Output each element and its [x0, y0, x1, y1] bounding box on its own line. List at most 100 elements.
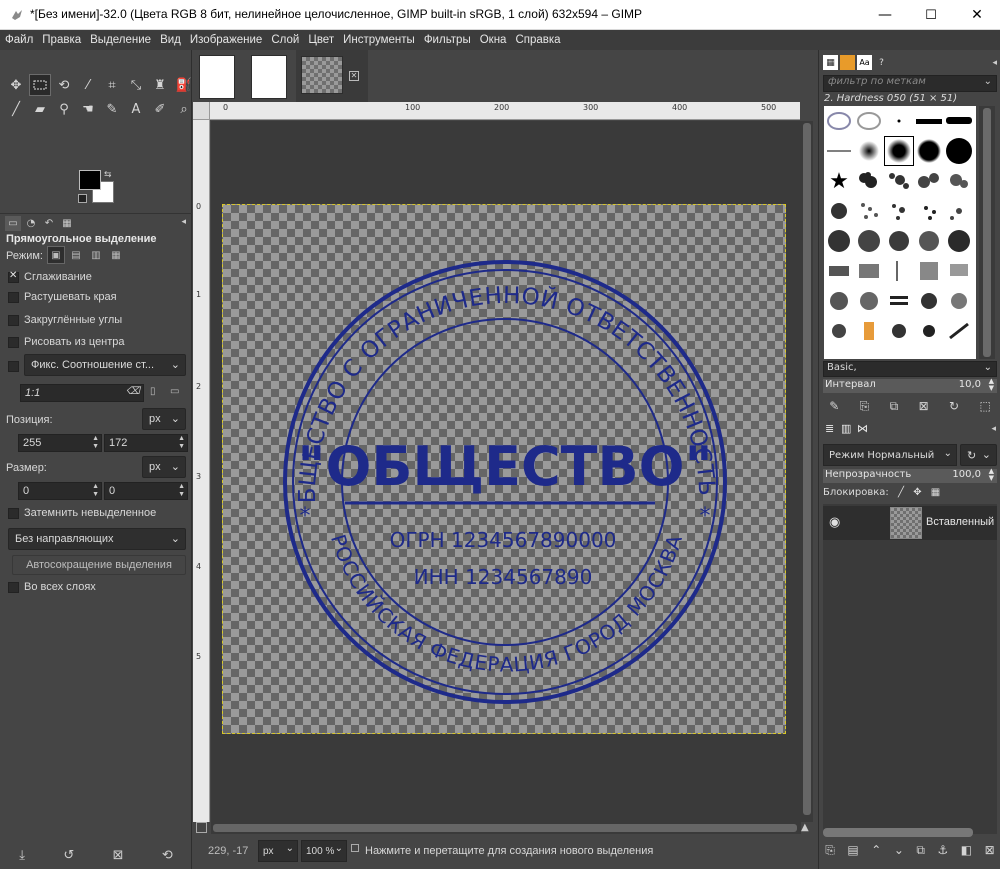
layer-mode-combo[interactable]: Режим Нормальный ⌄ [823, 444, 957, 466]
unit-combo[interactable]: px ⌄ [258, 840, 298, 862]
brush-cell[interactable] [884, 196, 914, 226]
brush-cell[interactable] [914, 106, 944, 136]
layer-list-scrollbar[interactable] [823, 828, 973, 837]
zoom-tool-icon[interactable]: ⌕ [173, 98, 195, 120]
edit-brush-icon[interactable]: ✎ [829, 399, 839, 413]
paths-tab-icon[interactable]: ⋈ [857, 422, 868, 435]
path-tool-icon[interactable]: ✎ [101, 98, 123, 120]
duplicate-layer-icon[interactable]: ⧉ [916, 843, 925, 858]
portrait-icon[interactable]: ▯ [150, 386, 156, 397]
brush-cell-selected[interactable] [884, 136, 914, 166]
brush-cell[interactable] [854, 286, 884, 316]
menu-file[interactable]: Файл [5, 34, 33, 46]
brush-cell[interactable] [914, 286, 944, 316]
from-center-checkbox[interactable] [8, 337, 19, 348]
duplicate-brush-icon[interactable]: ⧉ [890, 399, 899, 414]
brush-set-combo[interactable]: Basic, ⌄ [823, 361, 997, 377]
lock-pixels-icon[interactable]: ╱ [898, 487, 904, 498]
brush-cell[interactable] [944, 316, 974, 346]
move-tool-icon[interactable]: ✥ [5, 74, 27, 96]
spin-arrows-icon[interactable]: ▲ ▼ [92, 483, 99, 499]
ruler-left[interactable]: 0 1 2 3 4 5 [193, 120, 210, 822]
delete-options-icon[interactable]: ⊠ [113, 848, 124, 863]
open-as-image-icon[interactable]: ⬚ [979, 399, 990, 413]
fixed-checkbox[interactable] [8, 361, 19, 372]
menu-edit[interactable]: Правка [42, 34, 81, 46]
tab-device-status[interactable]: ◔ [23, 216, 39, 231]
size-width-input[interactable]: 0 ▲ ▼ [18, 482, 102, 500]
layers-tab-icon[interactable]: ≣ [825, 422, 834, 435]
brush-cell[interactable] [824, 106, 854, 136]
lock-alpha-icon[interactable]: ▦ [931, 487, 940, 498]
reset-options-icon[interactable]: ⟲ [162, 848, 173, 863]
delete-brush-icon[interactable]: ⊠ [919, 399, 929, 413]
tab-tool-options[interactable]: ▭ [5, 216, 21, 231]
ruler-top[interactable]: 0 100 200 300 400 500 [210, 102, 800, 120]
menu-view[interactable]: Вид [160, 34, 181, 46]
text-tool-icon[interactable]: A [125, 98, 147, 120]
menu-filters[interactable]: Фильтры [424, 34, 471, 46]
paintbrush-tool-icon[interactable]: ╱ [5, 98, 27, 120]
mode-add-button[interactable]: ▤ [67, 246, 85, 264]
horizontal-scrollbar[interactable] [211, 822, 801, 834]
autoshrink-button[interactable]: Автосокращение выделения [12, 555, 186, 575]
raise-layer-icon[interactable]: ⌃ [871, 843, 881, 857]
spin-arrows-icon[interactable]: ▲ ▼ [178, 435, 185, 451]
navigate-icon[interactable]: ▲ [801, 822, 813, 834]
spin-arrows-icon[interactable]: ▲ ▼ [989, 378, 994, 392]
dock-menu-icon[interactable]: ◂ [181, 217, 186, 227]
brush-cell[interactable] [854, 166, 884, 196]
brush-cell[interactable] [824, 196, 854, 226]
layer-row[interactable]: ◉ Вставленный [823, 506, 997, 540]
spacing-slider[interactable]: Интервал 10,0 ▲ ▼ [823, 378, 997, 393]
bucket-fill-tool-icon[interactable]: ⛽ [173, 74, 195, 96]
brush-cell[interactable] [824, 256, 854, 286]
new-brush-icon[interactable]: ⎘ [860, 399, 870, 414]
size-height-input[interactable]: 0 ▲ ▼ [104, 482, 188, 500]
lock-position-icon[interactable]: ✥ [913, 487, 921, 498]
brush-cell[interactable] [854, 136, 884, 166]
brush-cell[interactable] [914, 226, 944, 256]
brush-cell[interactable] [884, 226, 914, 256]
menu-windows[interactable]: Окна [480, 34, 507, 46]
dock-menu-icon[interactable]: ◂ [992, 58, 997, 68]
brush-cell[interactable] [824, 316, 854, 346]
brush-cell[interactable] [884, 166, 914, 196]
tab-brushes[interactable]: ▦ [823, 55, 838, 70]
brush-tag-filter[interactable]: фильтр по меткам ⌄ [823, 75, 997, 92]
brush-cell[interactable] [884, 346, 914, 359]
refresh-brushes-icon[interactable]: ↻ [949, 399, 959, 413]
tab-images[interactable]: ▦ [59, 216, 75, 231]
ratio-entry[interactable]: 1:1 ⌫ [20, 384, 144, 402]
layer-mode-switch[interactable]: ↻ ⌄ [960, 444, 997, 466]
menu-select[interactable]: Выделение [90, 34, 151, 46]
crop-tool-icon[interactable]: ⌗ [101, 74, 123, 96]
channels-tab-icon[interactable]: ▥ [841, 422, 851, 435]
brush-cell[interactable] [944, 166, 974, 196]
tab-fonts[interactable]: Aa [857, 55, 872, 70]
brush-cell[interactable] [944, 136, 974, 166]
close-button[interactable]: ✕ [954, 0, 1000, 30]
brush-cell[interactable] [944, 226, 974, 256]
brush-cell[interactable] [824, 226, 854, 256]
all-layers-checkbox[interactable] [8, 582, 19, 593]
swap-colors-icon[interactable]: ⇆ [104, 170, 112, 180]
menu-help[interactable]: Справка [515, 34, 560, 46]
eraser-tool-icon[interactable]: ▰ [29, 98, 51, 120]
antialias-checkbox[interactable] [8, 270, 19, 283]
position-x-input[interactable]: 255 ▲ ▼ [18, 434, 102, 452]
new-layer-icon[interactable]: ⎘ [825, 843, 835, 858]
new-group-icon[interactable]: ▤ [847, 843, 858, 857]
mode-replace-button[interactable]: ▣ [47, 246, 65, 264]
brush-grid[interactable]: ★ [824, 106, 976, 359]
brush-cell[interactable] [884, 106, 914, 136]
brush-cell[interactable] [884, 286, 914, 316]
horizontal-scroll-thumb[interactable] [213, 824, 797, 832]
spin-arrows-icon[interactable]: ▲ ▼ [92, 435, 99, 451]
brush-cell[interactable] [884, 316, 914, 346]
brush-cell[interactable] [824, 286, 854, 316]
brush-cell[interactable] [854, 106, 884, 136]
brush-cell[interactable] [914, 256, 944, 286]
menu-image[interactable]: Изображение [190, 34, 262, 46]
transform-tool-icon[interactable]: ⤡ [125, 74, 147, 96]
